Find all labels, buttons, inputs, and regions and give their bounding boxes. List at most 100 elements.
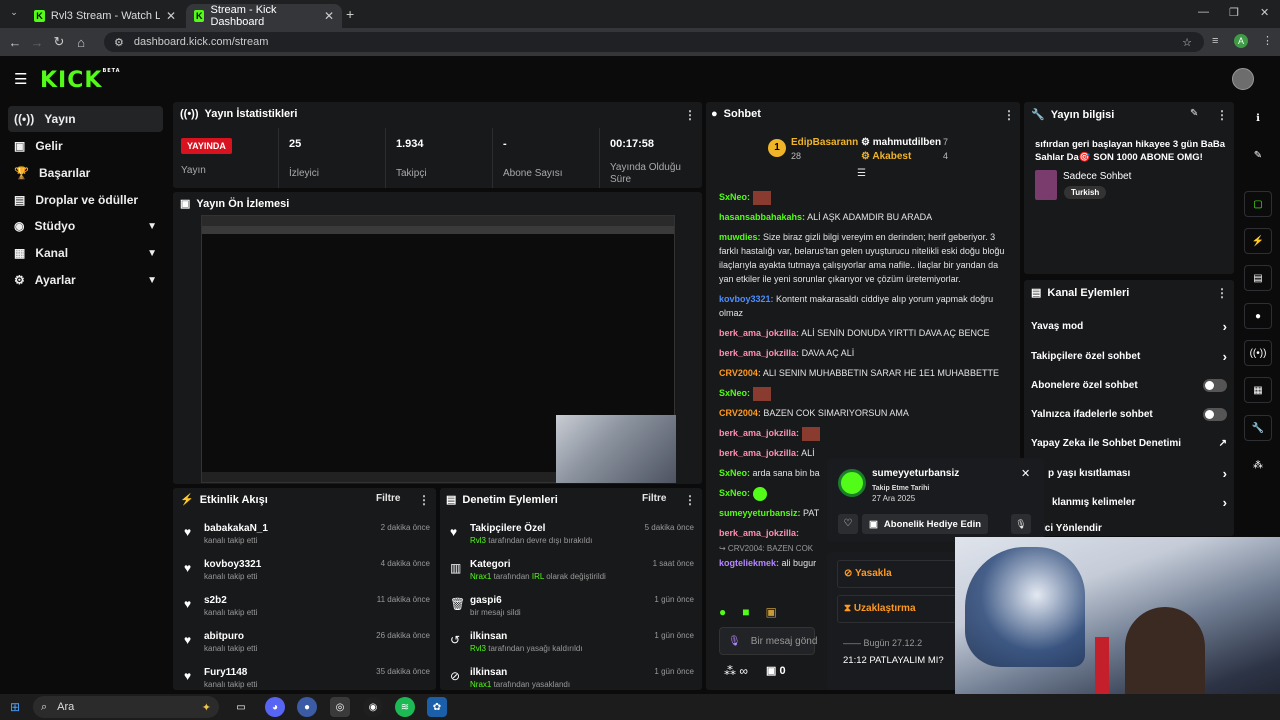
reload-icon[interactable]: ↻: [48, 34, 70, 50]
moderation-list: ♥ Takipçilere Özel Rvl3 tarafından devre d…: [450, 523, 694, 689]
lightning-icon[interactable]: ⚡: [1244, 228, 1272, 254]
sidebar-item-kanal[interactable]: ▦ Kanal ▼: [8, 240, 163, 266]
reading-list-icon[interactable]: ≡: [1212, 35, 1218, 47]
moderation-menu-icon[interactable]: ⋮: [684, 493, 696, 507]
user-card-username: sumeyyeturbansiz: [872, 468, 960, 479]
spotify-icon[interactable]: ≋: [395, 697, 415, 717]
user-avatar[interactable]: [1232, 68, 1254, 90]
bookmark-star-icon[interactable]: ☆: [1182, 36, 1192, 49]
sidebar-item-droplar[interactable]: ▤ Droplar ve ödüller: [8, 187, 163, 213]
close-tab-icon[interactable]: ✕: [166, 9, 176, 23]
category-name[interactable]: Sadece Sohbet: [1063, 171, 1131, 182]
sidebar-item-studyo[interactable]: ◉ Stüdyo ▼: [8, 213, 163, 239]
pencil-icon[interactable]: ✎: [1244, 142, 1272, 168]
community-icon[interactable]: ⁂ ∞: [724, 664, 748, 678]
chat-menu-icon[interactable]: ⋮: [1003, 108, 1015, 122]
timeout-button[interactable]: ⧗ Uzaklaştırma: [837, 595, 957, 623]
stream-preview-video[interactable]: [201, 215, 676, 483]
notes-icon[interactable]: ▤: [1244, 265, 1272, 291]
sidebar-item-ayarlar[interactable]: ⚙ Ayarlar ▼: [8, 267, 163, 293]
site-info-icon[interactable]: ⚙: [114, 36, 124, 49]
gifter-2[interactable]: ⚙ mahmutdilben: [861, 137, 941, 148]
gift-subscription-button[interactable]: ▣ Abonelik Hediye Edin: [862, 514, 988, 534]
screen-capture-icon[interactable]: ▢: [1244, 191, 1272, 217]
chevron-right-icon: ›: [1222, 348, 1227, 364]
chevron-right-icon: ›: [1222, 494, 1227, 510]
activity-menu-icon[interactable]: ⋮: [418, 493, 430, 507]
home-icon[interactable]: ⌂: [70, 35, 92, 50]
new-tab-button[interactable]: +: [346, 6, 354, 22]
ai-moderation-row[interactable]: Yapay Zeka ile Sohbet Denetimi ↗: [1031, 433, 1227, 453]
obs-icon[interactable]: ◉: [363, 697, 383, 717]
chat-input[interactable]: 🎙 Bir mesaj gönd: [719, 627, 817, 655]
top-gifter-count: 28: [791, 151, 802, 161]
gifter-3-count: 4: [943, 151, 949, 161]
maximize-button[interactable]: ❐: [1229, 6, 1239, 19]
collapse-icon[interactable]: ☰: [857, 168, 866, 179]
taskbar-search[interactable]: ⌕ Ara ✦: [33, 696, 219, 718]
slow-mode-row[interactable]: Yavaş mod ›: [1031, 316, 1227, 336]
activity-filter-button[interactable]: Filtre: [376, 493, 400, 504]
emote-icon[interactable]: ▣: [766, 605, 777, 619]
moderation-filter-button[interactable]: Filtre: [642, 493, 666, 504]
wrench-icon[interactable]: 🔧: [1244, 415, 1272, 441]
stats-menu-icon[interactable]: ⋮: [684, 108, 696, 122]
chat-message: CRV2004: BAZEN COK SIMARIYORSUN AMA: [719, 408, 909, 418]
heart-icon: ♥: [184, 597, 192, 611]
edit-pencil-icon[interactable]: ✎: [1190, 108, 1198, 119]
layout-icon[interactable]: ▦: [1244, 377, 1272, 403]
close-popup-icon[interactable]: ✕: [1021, 467, 1030, 480]
info-icon[interactable]: ℹ: [1244, 105, 1272, 131]
followers-only-row[interactable]: Takipçilere özel sohbet ›: [1031, 346, 1227, 366]
emotes-only-toggle[interactable]: [1203, 407, 1227, 421]
bolt-icon: ⚡: [180, 494, 194, 506]
follow-heart-button[interactable]: ♡: [838, 514, 858, 534]
browser-menu-icon[interactable]: ⋮: [1262, 34, 1273, 47]
sidebar-item-yayin[interactable]: ((•)) Yayın: [8, 106, 163, 132]
tab-search-icon[interactable]: ⌄: [6, 7, 22, 21]
chat-icon[interactable]: ●: [1244, 303, 1272, 329]
windows-start-icon[interactable]: ⊞: [10, 700, 20, 714]
emote-icon[interactable]: ●: [719, 605, 726, 619]
channel-actions-menu-icon[interactable]: ⋮: [1216, 286, 1228, 300]
task-view-icon[interactable]: ▭: [231, 697, 251, 717]
address-bar[interactable]: ⚙ dashboard.kick.com/stream ☆: [104, 32, 1204, 52]
age-restriction-row[interactable]: p yaşı kısıtlaması ›: [1048, 463, 1227, 483]
discord-icon[interactable]: ◕: [265, 697, 285, 717]
gifter-rank-badge: 1: [768, 139, 786, 157]
category-thumbnail[interactable]: [1035, 170, 1057, 200]
close-window-button[interactable]: ✕: [1260, 6, 1269, 19]
host-row[interactable]: ici Yönlendir: [1042, 518, 1227, 538]
back-icon[interactable]: ←: [4, 35, 26, 50]
hamburger-menu-icon[interactable]: ☰: [14, 70, 27, 88]
heart-icon: ♥: [184, 525, 192, 539]
profile-avatar[interactable]: A: [1234, 34, 1248, 48]
user-card-avatar: [838, 469, 866, 497]
tab-title: Stream - Kick Dashboard: [210, 4, 277, 28]
sidebar-item-gelir[interactable]: ▣ Gelir: [8, 133, 163, 159]
tab-kick-dashboard[interactable]: K Stream - Kick Dashboard ✕: [186, 4, 342, 28]
gifter-3[interactable]: ⚙ Akabest: [861, 151, 911, 162]
subscribers-only-toggle[interactable]: [1203, 378, 1227, 392]
close-tab-icon[interactable]: ✕: [324, 9, 334, 23]
banned-words-row[interactable]: klanmış kelimeler ›: [1052, 492, 1227, 512]
chat-message: berk_ama_jokzilla: DAVA AÇ ALİ: [719, 348, 855, 358]
sidebar-item-basarilar[interactable]: 🏆 Başarılar: [8, 160, 163, 186]
tab-kick-watch[interactable]: K Rvl3 Stream - Watch Live on Kick ✕: [26, 4, 184, 28]
stream-info-menu-icon[interactable]: ⋮: [1216, 108, 1228, 122]
forward-icon[interactable]: →: [26, 35, 48, 50]
mute-button[interactable]: 🎙: [1011, 514, 1031, 534]
ban-button[interactable]: ⊘ Yasakla: [837, 560, 957, 588]
kick-logo[interactable]: KICKBETA: [40, 68, 121, 93]
app-icon[interactable]: ✿: [427, 697, 447, 717]
chrome-icon[interactable]: ◎: [330, 697, 350, 717]
app-icon[interactable]: ●: [297, 697, 317, 717]
minimize-button[interactable]: —: [1198, 6, 1209, 18]
broadcast-icon[interactable]: ((•)): [1244, 340, 1272, 366]
top-gifter-name[interactable]: EdipBasarann: [791, 137, 858, 148]
emote-icon[interactable]: ■: [742, 605, 749, 619]
community-icon[interactable]: ⁂: [1244, 452, 1272, 478]
microphone-icon[interactable]: 🎙: [728, 636, 741, 647]
gift-counter[interactable]: ▣ 0: [766, 664, 786, 677]
follow-date-label: Takip Etme Tarihi: [872, 485, 930, 492]
